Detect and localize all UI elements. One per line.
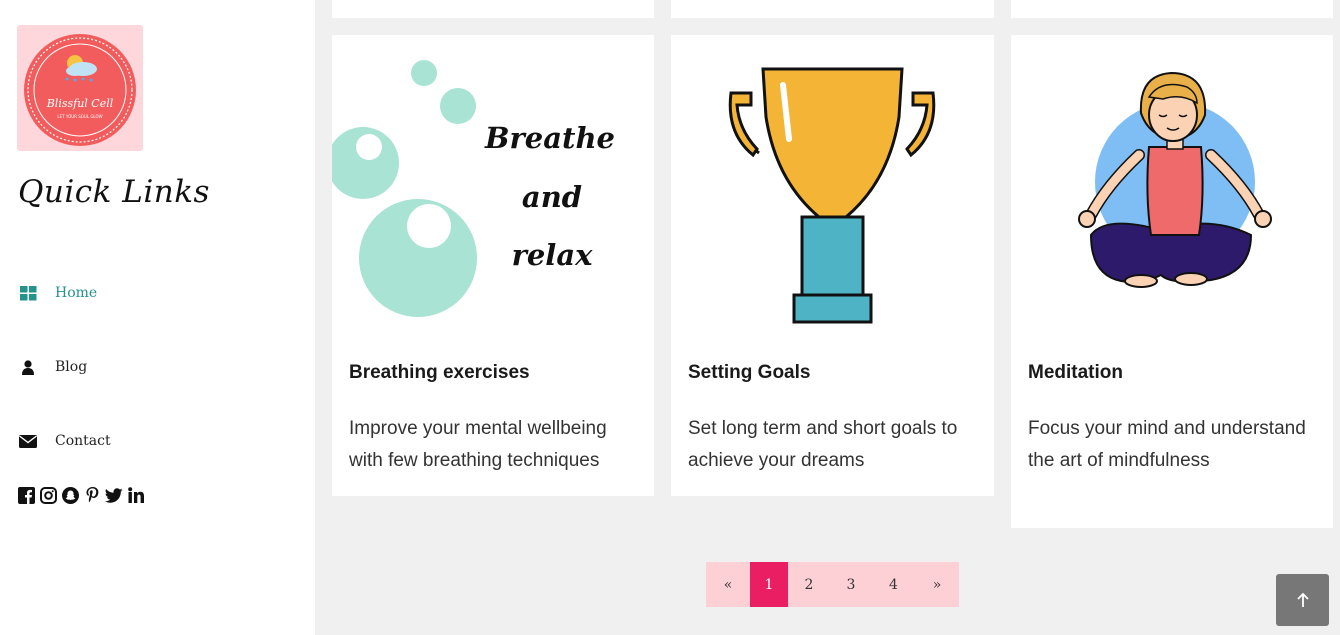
pagination-next[interactable]: » [915,562,959,607]
card-title[interactable]: Meditation [1028,362,1123,384]
meditation-illustration [1078,71,1272,288]
sidebar-item-home[interactable]: Home [18,281,97,305]
pagination: « 1 2 3 4 » [706,562,959,607]
pinterest-icon[interactable] [83,486,101,504]
logo-badge-icon: Blissful Cell LET YOUR SOUL GLOW [24,34,136,146]
arrow-up-icon [1296,592,1309,607]
card-title[interactable]: Breathing exercises [349,362,530,384]
social-links [17,486,145,504]
svg-text:Blissful Cell: Blissful Cell [46,97,114,110]
pagination-page-2[interactable]: 2 [788,562,830,607]
image-text-line: Breathe [484,121,615,155]
sidebar-title: Quick Links [18,174,210,210]
bubbles-illustration: Breathe and relax [332,60,615,317]
image-text-line: and [522,180,582,214]
card-breathing-exercises[interactable]: Breathe and relax Breathing exercises Im… [332,35,654,496]
card-title[interactable]: Setting Goals [688,362,810,384]
sidebar-item-label: Home [55,285,98,301]
card-stub [332,0,654,18]
sidebar-item-contact[interactable]: Contact [18,429,111,453]
card-image [671,35,994,335]
back-to-top-button[interactable] [1276,574,1329,626]
card-description: Improve your mental wellbeing with few b… [349,418,607,471]
grid-icon [18,283,38,303]
svg-text:LET YOUR SOUL GLOW: LET YOUR SOUL GLOW [57,114,102,119]
card-image [1011,35,1333,335]
linkedin-icon[interactable] [127,486,145,504]
card-stub [1011,0,1333,18]
image-text-line: relax [512,238,594,272]
snapchat-icon[interactable] [61,486,79,504]
card-setting-goals[interactable]: Setting Goals Set long term and short go… [671,35,994,496]
pagination-prev[interactable]: « [706,562,750,607]
twitter-icon[interactable] [105,486,123,504]
trophy-icon [728,67,936,324]
facebook-icon[interactable] [17,486,35,504]
sidebar-item-label: Contact [55,433,111,449]
pagination-page-4[interactable]: 4 [872,562,915,607]
card-description: Set long term and short goals to achieve… [688,418,958,471]
pagination-page-1[interactable]: 1 [750,562,788,607]
user-icon [18,357,38,377]
site-logo[interactable]: Blissful Cell LET YOUR SOUL GLOW [17,25,143,151]
card-description: Focus your mind and understand the art o… [1028,418,1306,471]
instagram-icon[interactable] [39,486,57,504]
card-image: Breathe and relax [332,35,654,335]
card-meditation[interactable]: Meditation Focus your mind and understan… [1011,35,1333,528]
sidebar-item-label: Blog [55,359,88,375]
sidebar-item-blog[interactable]: Blog [18,355,87,379]
pagination-page-3[interactable]: 3 [830,562,872,607]
card-stub [671,0,994,18]
sidebar: Blissful Cell LET YOUR SOUL GLOW Quick L… [0,0,315,635]
envelope-icon [18,431,38,451]
